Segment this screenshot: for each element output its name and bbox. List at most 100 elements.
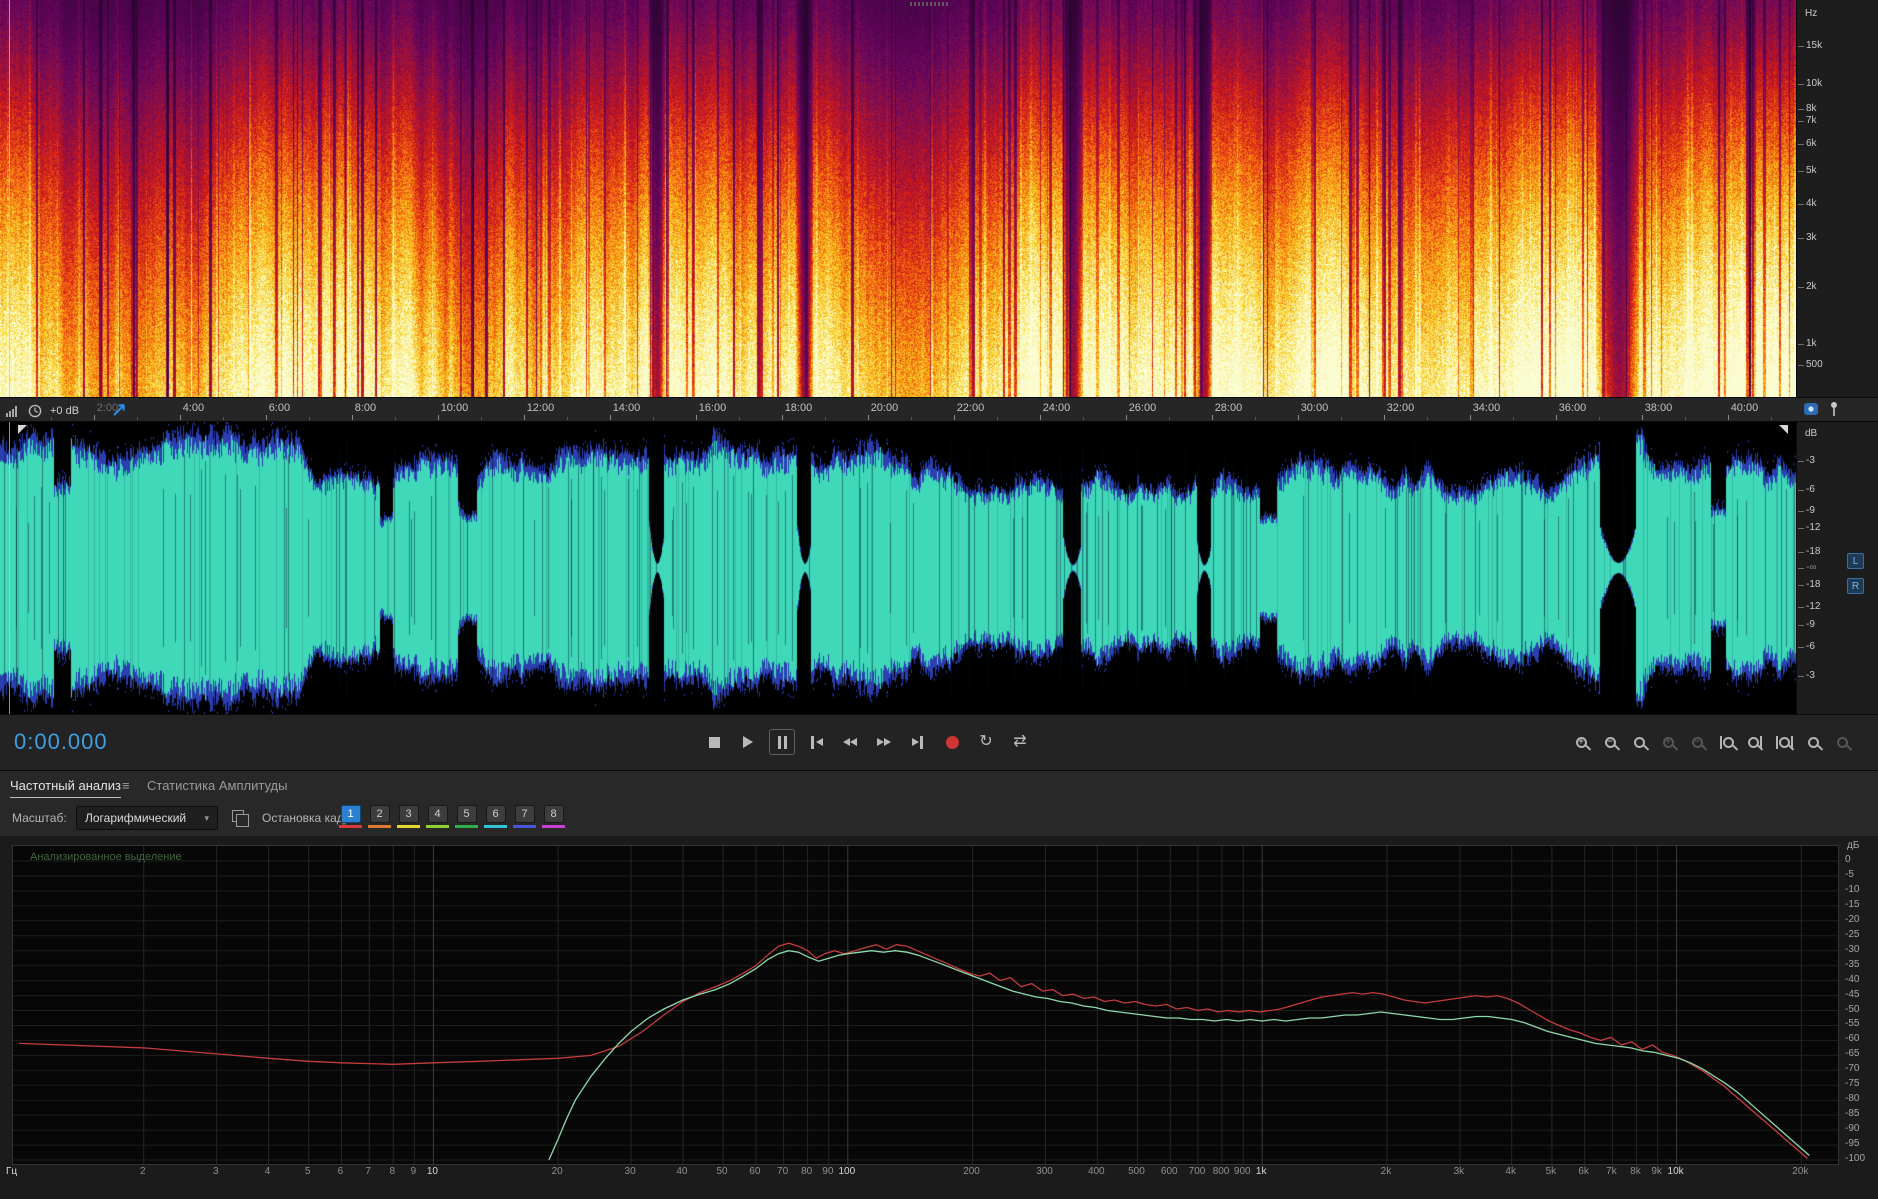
time-ruler-label: 28:00 (1214, 402, 1243, 414)
freq-ruler-tick (1798, 144, 1804, 145)
record-button[interactable] (939, 729, 965, 755)
playhead[interactable] (9, 422, 10, 714)
frequency-analysis-chart[interactable] (12, 845, 1839, 1165)
stop-button[interactable] (701, 729, 727, 755)
clock-icon[interactable] (28, 404, 42, 418)
hold-button-group-2: 2 (368, 805, 391, 828)
freq-ruler-tick (1798, 46, 1804, 47)
tab-amplitude-statistics[interactable]: Статистика Амплитуды (147, 778, 287, 793)
freq-ruler-label: 1k (1806, 338, 1817, 349)
rewind-icon (843, 738, 857, 746)
freq-ruler-tick (1798, 344, 1804, 345)
time-ruler-label: 4:00 (182, 402, 205, 414)
x-tick-label: 7 (365, 1166, 371, 1177)
amplitude-ruler[interactable]: dB -3 -6 -9 -12 -18 -∞ -18 -12 -9 -6 -3 L R (1796, 422, 1878, 714)
hold-button-2[interactable]: 2 (369, 805, 390, 823)
freq-ruler-tick (1798, 204, 1804, 205)
zoom-selection-button[interactable] (1628, 731, 1650, 753)
zoom-in-amplitude-button[interactable]: + (1657, 731, 1679, 753)
amplitude-ruler-label: -6 (1806, 484, 1815, 495)
play-button[interactable] (735, 729, 761, 755)
level-meter-icon[interactable] (6, 405, 20, 417)
hold-color-8 (542, 825, 565, 828)
freq-ruler-tick (1798, 238, 1804, 239)
playhead[interactable] (9, 0, 10, 397)
panel-tab-bar: Частотный анализ ≡ Статистика Амплитуды (0, 770, 1878, 800)
time-ruler-label: 38:00 (1644, 402, 1673, 414)
time-ruler-minor-tick (394, 417, 396, 420)
hold-color-6 (484, 825, 507, 828)
loop-icon: ↻ (979, 733, 993, 750)
panel-grip[interactable] (910, 2, 950, 6)
scale-select[interactable]: Логарифмический ▾ (76, 806, 218, 830)
hold-button-7[interactable]: 7 (514, 805, 535, 823)
time-ruler-tick (523, 415, 525, 420)
time-ruler-tick (781, 415, 783, 420)
hold-button-8[interactable]: 8 (543, 805, 564, 823)
timeline-ruler[interactable]: +0 dB 2:00 4:00 6:00 8:00 10:00 12:00 14:00 16:… (0, 397, 1878, 422)
y-tick-label: -80 (1845, 1093, 1860, 1105)
monitor-icon[interactable] (1803, 401, 1819, 417)
waveform-display[interactable] (0, 422, 1800, 714)
y-tick-label: -85 (1845, 1108, 1860, 1120)
copy-graph-icon[interactable] (232, 810, 249, 827)
frequency-ruler[interactable]: Hz 15k 10k 8k 7k 6k 5k 4k 3k 2k 1k 500 (1796, 0, 1878, 397)
amplitude-ruler-label: -3 (1806, 455, 1815, 466)
hold-button-5[interactable]: 5 (456, 805, 477, 823)
time-ruler-minor-tick (566, 417, 568, 420)
selection-handle-left[interactable] (18, 425, 27, 434)
spectrogram-display[interactable] (0, 0, 1800, 397)
zoom-out-button[interactable]: − (1599, 731, 1621, 753)
tab-frequency-analysis[interactable]: Частотный анализ (10, 778, 121, 798)
channel-badge-l[interactable]: L (1847, 553, 1864, 569)
freq-ruler-label: 15k (1806, 40, 1823, 51)
amplitude-ruler-label: -∞ (1806, 562, 1817, 573)
waveform-panel: dB -3 -6 -9 -12 -18 -∞ -18 -12 -9 -6 -3 L R (0, 422, 1878, 714)
ruler-right-icons (1803, 401, 1840, 417)
y-tick-label: -90 (1845, 1123, 1860, 1135)
freq-ruler-label: 7k (1806, 115, 1817, 126)
selection-handle-right[interactable] (1779, 425, 1788, 434)
skip-selection-button[interactable]: ⇄ (1007, 729, 1033, 755)
hold-button-6[interactable]: 6 (485, 805, 506, 823)
zoom-in-icon: + (1575, 736, 1587, 748)
zoom-to-selection-button[interactable] (1773, 731, 1795, 753)
x-tick-label: 1k (1255, 1166, 1267, 1177)
rewind-button[interactable] (837, 729, 863, 755)
freq-ruler-label: 3k (1806, 232, 1817, 243)
hold-color-1 (339, 825, 362, 828)
snap-toggle-icon[interactable] (112, 402, 127, 417)
skip-start-button[interactable] (803, 729, 829, 755)
loop-button[interactable]: ↻ (973, 729, 999, 755)
zoom-full-button[interactable] (1831, 731, 1853, 753)
zoom-in-button[interactable]: + (1570, 731, 1592, 753)
fast-forward-button[interactable] (871, 729, 897, 755)
stop-icon (708, 736, 720, 748)
marker-icon[interactable] (1828, 401, 1840, 417)
panel-menu-icon[interactable]: ≡ (122, 778, 130, 793)
time-ruler-label: 32:00 (1386, 402, 1415, 414)
zoom-out-amplitude-button[interactable]: − (1686, 731, 1708, 753)
amplitude-ruler-label: -18 (1806, 546, 1821, 557)
pause-button[interactable] (769, 729, 795, 755)
y-tick-label: -20 (1845, 913, 1860, 925)
hold-button-group-7: 7 (513, 805, 536, 828)
hold-button-4[interactable]: 4 (427, 805, 448, 823)
gain-readout[interactable]: +0 dB (50, 405, 79, 417)
x-tick-label: 6k (1578, 1166, 1589, 1177)
zoom-in-point-button[interactable] (1715, 731, 1737, 753)
x-tick-label: 10 (426, 1166, 438, 1177)
amplitude-ruler-label: -12 (1806, 601, 1821, 612)
freq-ruler-tick (1798, 109, 1804, 110)
zoom-out-point-button[interactable] (1744, 731, 1766, 753)
x-tick-label: 5k (1545, 1166, 1557, 1177)
skip-end-button[interactable] (905, 729, 931, 755)
channel-badge-r[interactable]: R (1847, 578, 1864, 594)
hold-button-1[interactable]: 1 (340, 805, 361, 823)
hold-button-3[interactable]: 3 (398, 805, 419, 823)
time-ruler-label: 20:00 (870, 402, 899, 414)
time-display[interactable]: 0:00.000 (14, 729, 108, 755)
time-ruler-tick (265, 415, 267, 420)
zoom-in-point-icon (1722, 736, 1734, 748)
zoom-reset-button[interactable] (1802, 731, 1824, 753)
